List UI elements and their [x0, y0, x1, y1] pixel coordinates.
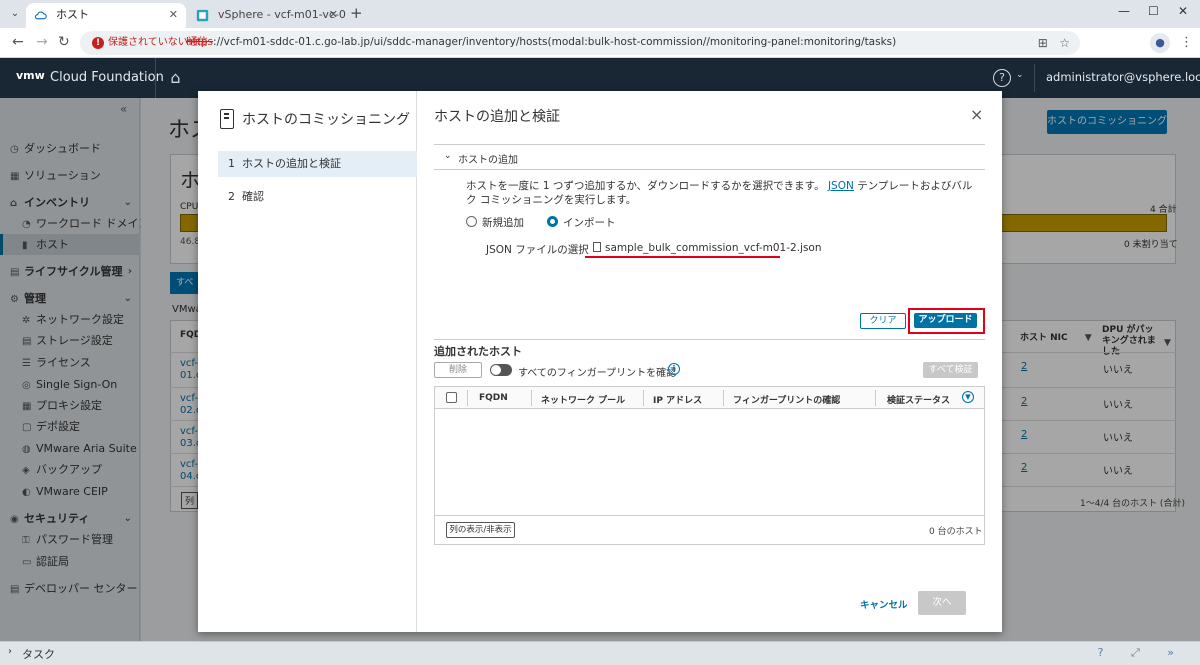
radio-add-new[interactable]: 新規追加 — [466, 215, 524, 230]
profile-avatar-icon[interactable]: ● — [1150, 33, 1170, 53]
info-icon[interactable]: i — [668, 363, 680, 375]
col-fqdn[interactable]: FQDN — [479, 393, 508, 403]
home-icon[interactable]: ⌂ — [155, 58, 195, 98]
tab-label: ホスト — [56, 8, 89, 21]
highlight-underline — [585, 256, 780, 258]
grid-header: FQDN ネットワーク プール IP アドレス フィンガープリントの確認 検証ス… — [435, 387, 984, 409]
url-text: https://vcf-m01-sddc-01.c.go-lab.jp/ui/s… — [186, 36, 897, 48]
added-hosts-title: 追加されたホスト — [434, 345, 522, 358]
minimize-icon[interactable]: — — [1118, 4, 1130, 18]
new-tab-icon[interactable]: + — [350, 4, 363, 22]
delete-button[interactable]: 削除 — [434, 362, 482, 378]
json-template-link[interactable]: JSON — [828, 180, 854, 192]
select-all-checkbox[interactable] — [446, 392, 457, 403]
close-tab-icon[interactable]: ✕ — [169, 3, 178, 27]
close-icon[interactable]: × — [970, 105, 983, 124]
add-hosts-description: ホストを一度に 1 つずつ追加するか、ダウンロードするかを選択できます。 JSO… — [466, 180, 973, 206]
verify-all-button[interactable]: すべて検証 — [923, 362, 978, 378]
modal-body: ホストの追加と検証 × ⌄ ホストの追加 ホストを一度に 1 つずつ追加するか、… — [418, 91, 1002, 632]
wizard-step-review[interactable]: 2 確認 — [218, 184, 417, 210]
added-hosts-grid: FQDN ネットワーク プール IP アドレス フィンガープリントの確認 検証ス… — [434, 386, 985, 545]
bookmark-star-icon[interactable]: ☆ — [1059, 36, 1070, 50]
radio-circle-selected[interactable] — [547, 216, 558, 227]
server-icon — [220, 109, 234, 129]
file-icon — [593, 242, 601, 252]
url-input[interactable]: ! 保護されていない通信 https://vcf-m01-sddc-01.c.g… — [80, 31, 1080, 55]
section-divider — [434, 339, 985, 340]
browser-menu-icon[interactable]: ⋮ — [1180, 35, 1193, 50]
filter-icon[interactable]: ▼ — [962, 391, 974, 403]
task-bar: › タスク ? ⤢ » — [0, 641, 1200, 665]
url-bar-icons: ⊞ ☆ — [1038, 36, 1070, 50]
task-bar-icons[interactable]: ? ⤢ » — [1098, 646, 1186, 660]
json-file-label: JSON ファイルの選択 — [486, 244, 589, 256]
tasks-label[interactable]: タスク — [22, 646, 55, 662]
help-chevron-down-icon[interactable]: ⌄ — [1016, 70, 1024, 80]
browser-tab-hosts[interactable]: ホスト ✕ — [26, 3, 186, 28]
vsphere-icon — [196, 9, 209, 22]
col-validation-status[interactable]: 検証ステータス — [887, 393, 950, 406]
confirm-fingerprints-toggle[interactable] — [490, 364, 512, 376]
clear-button[interactable]: クリア — [860, 313, 906, 329]
help-icon[interactable]: ? — [993, 69, 1011, 87]
browser-tab-vsphere[interactable]: vSphere - vcf-m01-vc-01.c.go-l ✕ — [188, 3, 346, 28]
cancel-button[interactable]: キャンセル — [860, 597, 908, 611]
product-title: Cloud Foundation — [50, 70, 164, 85]
tab-label: vSphere - vcf-m01-vc-01.c.go-l — [218, 8, 346, 21]
maximize-icon[interactable]: ☐ — [1148, 4, 1159, 18]
commission-hosts-modal: ホストのコミッショニング 1 ホストの追加と検証 2 確認 ホストの追加と検証 … — [198, 91, 1002, 632]
radio-circle[interactable] — [466, 216, 477, 227]
radio-import[interactable]: インポート — [547, 215, 616, 230]
address-bar-row: ← → ↻ ! 保護されていない通信 https://vcf-m01-sddc-… — [0, 28, 1200, 58]
col-fingerprint[interactable]: フィンガープリントの確認 — [733, 393, 840, 406]
wizard-step-add-validate[interactable]: 1 ホストの追加と検証 — [218, 151, 417, 177]
tab-search-icon[interactable]: ⌄ — [6, 5, 24, 23]
back-icon[interactable]: ← — [12, 34, 24, 50]
forward-icon[interactable]: → — [36, 34, 48, 50]
upload-highlight-box: アップロード — [908, 308, 985, 334]
upload-button[interactable]: アップロード — [914, 313, 977, 328]
chevron-down-icon: ⌄ — [444, 151, 452, 161]
header-divider — [1034, 64, 1035, 92]
col-network-pool[interactable]: ネットワーク プール — [541, 393, 625, 406]
user-menu[interactable]: administrator@vsphere.local — [1046, 70, 1200, 84]
confirm-fingerprints-label: すべてのフィンガープリントを確認 — [518, 368, 677, 379]
json-file-picker[interactable]: sample_bulk_commission_vcf-m01-2.json — [593, 242, 822, 254]
next-button[interactable]: 次へ — [918, 591, 966, 615]
cloud-icon — [34, 11, 47, 20]
vmw-logo: vmw — [16, 69, 45, 82]
host-count: 0 台のホスト — [929, 527, 983, 537]
add-hosts-accordion[interactable]: ⌄ ホストの追加 — [434, 144, 985, 170]
show-hide-columns-button[interactable]: 列の表示/非表示 — [446, 522, 515, 538]
expand-tasks-icon[interactable]: › — [8, 646, 12, 657]
col-ip-address[interactable]: IP アドレス — [653, 393, 702, 406]
warning-icon: ! — [92, 37, 104, 49]
wizard-title: ホストのコミッショニング — [242, 112, 410, 128]
close-window-icon[interactable]: ✕ — [1178, 4, 1188, 18]
translate-icon[interactable]: ⊞ — [1038, 36, 1048, 50]
modal-title: ホストの追加と検証 — [434, 109, 560, 125]
browser-tab-bar: ⌄ ホスト ✕ vSphere - vcf-m01-vc-01.c.go-l ✕… — [0, 0, 1200, 28]
wizard-nav: ホストのコミッショニング 1 ホストの追加と検証 2 確認 — [198, 91, 417, 632]
grid-footer: 列の表示/非表示 0 台のホスト — [435, 515, 984, 544]
close-tab-icon[interactable]: ✕ — [329, 3, 338, 27]
reload-icon[interactable]: ↻ — [58, 34, 70, 50]
